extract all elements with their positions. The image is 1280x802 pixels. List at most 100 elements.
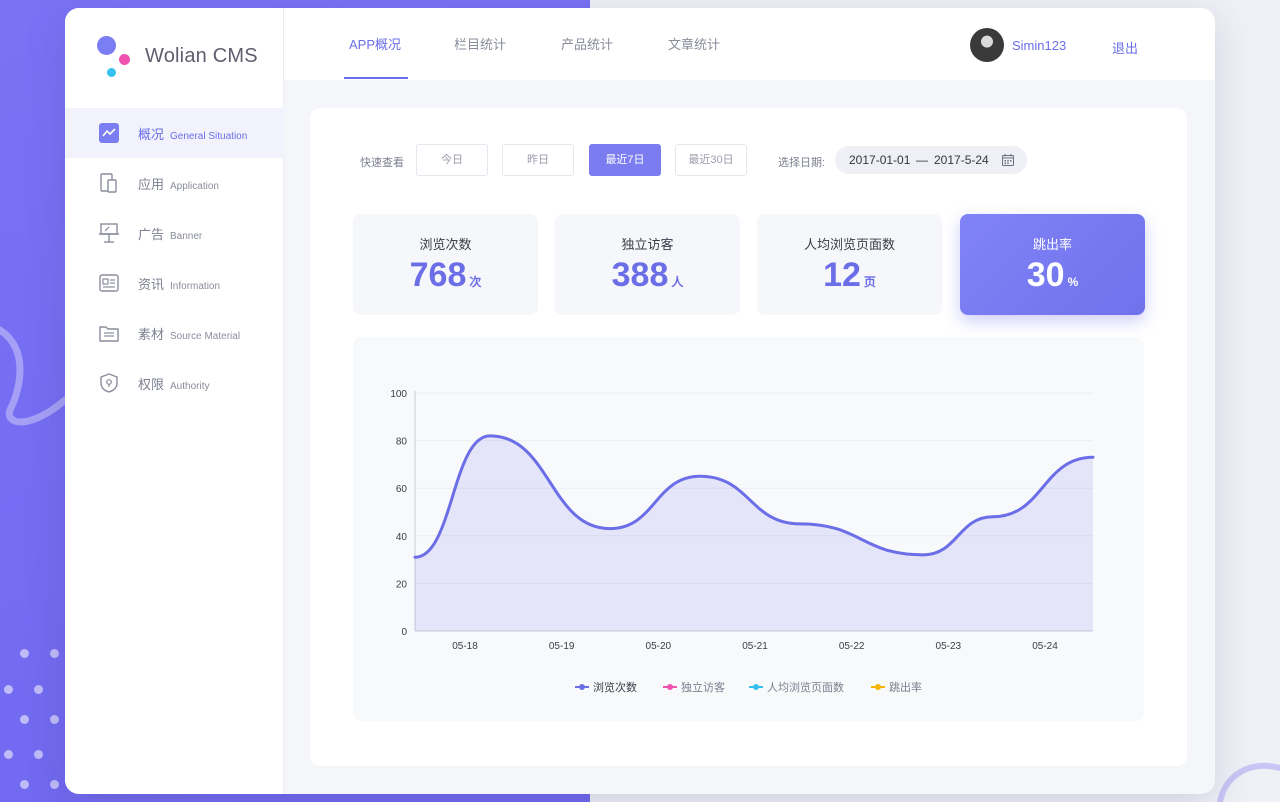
legend-swatch bbox=[575, 682, 589, 692]
easel-icon bbox=[99, 223, 119, 243]
news-icon bbox=[99, 274, 119, 292]
stat-unit: % bbox=[1067, 275, 1079, 289]
date-end: 2017-5-24 bbox=[934, 153, 989, 167]
stat-title: 独立访客 bbox=[621, 237, 674, 252]
quick-yesterday-button[interactable]: 昨日 bbox=[502, 144, 574, 176]
sidebar-item-label: 应用 bbox=[138, 176, 165, 192]
calendar-icon bbox=[1002, 154, 1014, 166]
date-select-label: 选择日期: bbox=[778, 157, 826, 169]
legend-label: 浏览次数 bbox=[593, 682, 637, 694]
stat-unit: 页 bbox=[863, 275, 876, 289]
y-tick-label: 20 bbox=[396, 579, 408, 590]
main-panel: 快速查看 今日 昨日 最近7日 最近30日 选择日期: 2017-01-01 —… bbox=[310, 108, 1187, 766]
folder-icon bbox=[99, 326, 119, 342]
x-tick-label: 05-24 bbox=[1032, 641, 1058, 652]
sidebar-item-sublabel: Banner bbox=[170, 230, 203, 242]
sidebar-item-label: 素材 bbox=[138, 326, 165, 342]
y-tick-label: 80 bbox=[396, 437, 408, 448]
quick-last7-button[interactable]: 最近7日 bbox=[589, 144, 661, 176]
stat-unit: 次 bbox=[469, 275, 482, 289]
y-tick-label: 60 bbox=[396, 484, 408, 495]
stat-value: 768 bbox=[409, 256, 467, 294]
legend-swatch bbox=[663, 682, 677, 692]
legend-item[interactable]: 跳出率 bbox=[871, 679, 922, 695]
decorative-wave bbox=[0, 326, 69, 426]
date-start: 2017-01-01 bbox=[849, 153, 911, 167]
legend-swatch bbox=[871, 682, 885, 692]
stat-value: 388 bbox=[611, 256, 669, 294]
sidebar-item-label: 权限 bbox=[138, 376, 165, 392]
tab-app-overview[interactable]: APP概况 bbox=[349, 8, 401, 80]
sidebar-item-label: 资讯 bbox=[138, 276, 165, 292]
sidebar-item-information[interactable]: 资讯 Information bbox=[65, 258, 284, 308]
legend-item[interactable]: 独立访客 bbox=[663, 679, 725, 695]
x-tick-label: 05-22 bbox=[839, 641, 865, 652]
x-tick-label: 05-23 bbox=[936, 641, 962, 652]
sidebar-item-source-material[interactable]: 素材 Source Material bbox=[65, 308, 284, 358]
tab-column-stats[interactable]: 栏目统计 bbox=[454, 8, 506, 80]
stat-title: 浏览次数 bbox=[419, 237, 472, 252]
stat-card-unique-visitors[interactable]: 独立访客 388 人 bbox=[555, 214, 740, 315]
sidebar: Wolian CMS 概况 General Situation 应用 Appli… bbox=[65, 8, 284, 794]
tab-article-stats[interactable]: 文章统计 bbox=[668, 8, 720, 80]
top-bar: APP概况 栏目统计 产品统计 文章统计 Simin123 退出 bbox=[284, 8, 1215, 80]
sidebar-item-sublabel: General Situation bbox=[170, 130, 248, 142]
legend-item[interactable]: 浏览次数 bbox=[575, 679, 637, 695]
logo-dot-pink bbox=[119, 54, 130, 65]
stat-title: 跳出率 bbox=[1032, 237, 1072, 252]
avatar[interactable] bbox=[970, 28, 1004, 62]
sidebar-item-sublabel: Source Material bbox=[170, 330, 241, 342]
y-tick-label: 0 bbox=[401, 627, 407, 638]
sidebar-item-sublabel: Authority bbox=[170, 380, 210, 392]
quick-today-button[interactable]: 今日 bbox=[416, 144, 488, 176]
series-area bbox=[415, 435, 1093, 631]
devices-icon bbox=[100, 173, 117, 193]
legend-label: 人均浏览页面数 bbox=[767, 682, 844, 694]
sidebar-nav: 概况 General Situation 应用 Application 广告 B… bbox=[65, 108, 284, 408]
stat-card-pages-per-visit[interactable]: 人均浏览页面数 12 页 bbox=[757, 214, 942, 315]
sidebar-item-application[interactable]: 应用 Application bbox=[65, 158, 284, 208]
sidebar-item-general-situation[interactable]: 概况 General Situation bbox=[65, 108, 284, 158]
area-chart: 0 20 40 60 80 100 05-18 05-19 05-20 05-21 05-22 05-… bbox=[390, 389, 1095, 652]
logout-button[interactable]: 退出 bbox=[1112, 38, 1138, 57]
stat-title: 人均浏览页面数 bbox=[803, 237, 895, 252]
chart-container: 0 20 40 60 80 100 05-18 05-19 05-20 05-21 05-22 05-… bbox=[353, 337, 1144, 721]
date-separator: — bbox=[916, 153, 928, 167]
sidebar-item-sublabel: Information bbox=[170, 280, 221, 292]
sidebar-item-label: 概况 bbox=[138, 126, 165, 142]
sidebar-item-label: 广告 bbox=[138, 226, 165, 242]
x-tick-label: 05-19 bbox=[549, 641, 575, 652]
y-tick-label: 100 bbox=[390, 389, 407, 400]
x-tick-label: 05-18 bbox=[452, 641, 478, 652]
app-window: Wolian CMS 概况 General Situation 应用 Appli… bbox=[65, 8, 1215, 794]
stat-value: 12 bbox=[823, 256, 861, 294]
stat-card-page-views[interactable]: 浏览次数 768 次 bbox=[353, 214, 538, 315]
shield-icon bbox=[100, 373, 118, 393]
stat-card-bounce-rate[interactable]: 跳出率 30% bbox=[960, 214, 1145, 315]
x-tick-label: 05-20 bbox=[646, 641, 672, 652]
legend-label: 独立访客 bbox=[681, 682, 725, 694]
quick-last30-button[interactable]: 最近30日 bbox=[675, 144, 747, 176]
legend-item[interactable]: 人均浏览页面数 bbox=[749, 679, 844, 695]
legend-swatch bbox=[749, 682, 763, 692]
x-tick-label: 05-21 bbox=[742, 641, 768, 652]
decorative-dots bbox=[0, 640, 70, 800]
trend-chart-icon bbox=[99, 123, 119, 143]
sidebar-item-authority[interactable]: 权限 Authority bbox=[65, 358, 284, 408]
sidebar-item-banner[interactable]: 广告 Banner bbox=[65, 208, 284, 258]
brand-name: Wolian CMS bbox=[145, 45, 258, 67]
tab-active-indicator bbox=[344, 77, 408, 79]
username[interactable]: Simin123 bbox=[1012, 38, 1066, 53]
brand-logo[interactable]: Wolian CMS bbox=[95, 34, 285, 84]
y-tick-label: 40 bbox=[396, 532, 408, 543]
quick-view-label: 快速查看 bbox=[360, 157, 404, 169]
logo-dot-purple bbox=[97, 36, 116, 55]
tab-product-stats[interactable]: 产品统计 bbox=[561, 8, 613, 80]
date-range-picker[interactable]: 2017-01-01 — 2017-5-24 bbox=[835, 146, 1027, 174]
sidebar-item-sublabel: Application bbox=[170, 180, 219, 192]
stat-unit: 人 bbox=[671, 275, 684, 289]
logo-dot-blue bbox=[107, 68, 116, 77]
stat-value: 30 bbox=[1026, 256, 1065, 294]
chart-legend: 浏览次数 独立访客 人均浏览页面数 跳出率 bbox=[353, 679, 1144, 695]
legend-label: 跳出率 bbox=[889, 682, 922, 694]
